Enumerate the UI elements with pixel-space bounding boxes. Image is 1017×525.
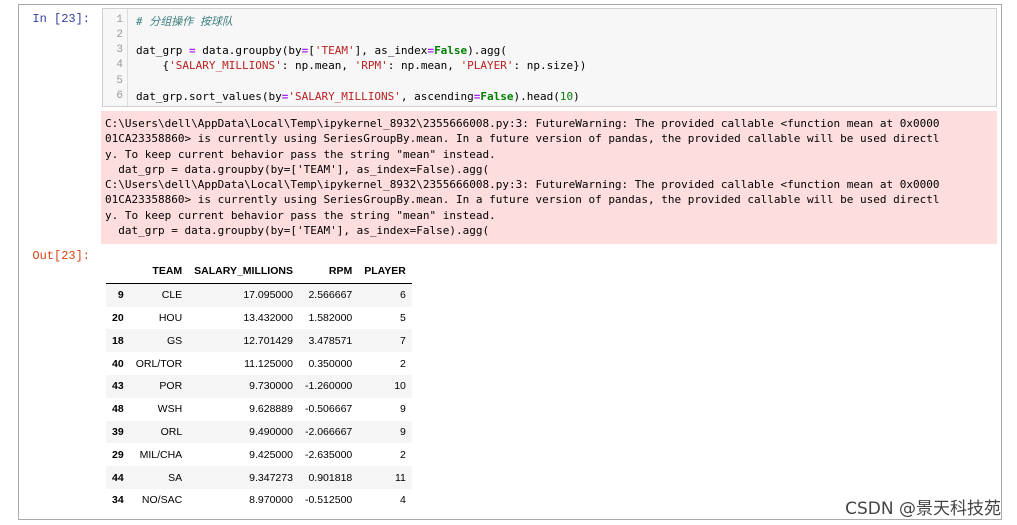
line-number: 4 bbox=[116, 59, 123, 71]
cell-salary: 8.970000 bbox=[249, 494, 293, 507]
cell-player: 4 bbox=[400, 494, 406, 507]
line-number: 3 bbox=[116, 44, 123, 56]
cell-rpm: 2.566667 bbox=[308, 289, 353, 302]
stderr-line: dat_grp = data.groupby(by=['TEAM'], as_i… bbox=[105, 224, 490, 238]
cell-salary: 13.432000 bbox=[243, 311, 293, 324]
cell-team: MIL/CHA bbox=[139, 448, 183, 461]
row-index: 48 bbox=[112, 403, 124, 416]
code-editor[interactable]: 1 2 3 4 5 6 # 分组操作 按球队 dat_grp = data.gr… bbox=[102, 8, 997, 107]
index-header bbox=[106, 260, 130, 284]
stderr-line: y. To keep current behavior pass the str… bbox=[105, 147, 496, 161]
cell-salary: 9.347273 bbox=[249, 471, 293, 484]
table-row: 9 CLE 17.095000 2.566667 6 bbox=[106, 283, 412, 307]
table-header-row: TEAM SALARY_MILLIONS RPM PLAYER bbox=[106, 260, 412, 284]
table-row: 43 POR 9.730000 -1.260000 10 bbox=[106, 374, 412, 398]
stderr-output: C:\Users\dell\AppData\Local\Temp\ipykern… bbox=[101, 111, 997, 244]
cell-salary: 12.701429 bbox=[243, 334, 293, 347]
table-row: 40 ORL/TOR 11.125000 0.350000 2 bbox=[106, 352, 412, 375]
cell-player: 2 bbox=[400, 357, 406, 370]
cell-salary: 9.628889 bbox=[249, 403, 293, 416]
cell-rpm: -1.260000 bbox=[304, 380, 353, 393]
cell-salary: 9.490000 bbox=[249, 425, 293, 438]
table-row: 34 NO/SAC 8.970000 -0.512500 4 bbox=[106, 489, 412, 512]
table-row: 20 HOU 13.432000 1.582000 5 bbox=[106, 307, 412, 330]
cell-team: SA bbox=[168, 471, 183, 484]
column-header: SALARY_MILLIONS bbox=[188, 260, 299, 284]
cell-rpm: -2.066667 bbox=[304, 425, 353, 438]
row-index: 34 bbox=[112, 494, 124, 507]
stderr-line: 01CA23358860> is currently using SeriesG… bbox=[105, 132, 940, 146]
cell-player: 9 bbox=[400, 403, 406, 416]
code-line-3[interactable]: dat_grp = data.groupby(by=['TEAM'], as_i… bbox=[136, 44, 507, 57]
cell-rpm: -0.512500 bbox=[304, 494, 353, 507]
row-index: 18 bbox=[112, 334, 124, 347]
row-index: 40 bbox=[112, 357, 124, 370]
line-number: 2 bbox=[116, 29, 123, 41]
cell-team: CLE bbox=[161, 289, 183, 302]
cell-rpm: 0.901818 bbox=[308, 471, 353, 484]
cell-rpm: -0.506667 bbox=[304, 403, 353, 416]
cell-rpm: 3.478571 bbox=[308, 334, 353, 347]
table-row: 39 ORL 9.490000 -2.066667 9 bbox=[106, 420, 412, 444]
code-line-6[interactable]: dat_grp.sort_values(by='SALARY_MILLIONS'… bbox=[136, 90, 580, 103]
cell-salary: 17.095000 bbox=[243, 289, 293, 302]
code-line-4[interactable]: {'SALARY_MILLIONS': np.mean, 'RPM': np.m… bbox=[136, 59, 586, 72]
stderr-line: y. To keep current behavior pass the str… bbox=[105, 208, 496, 222]
cell-team: HOU bbox=[158, 311, 183, 324]
line-number: 5 bbox=[116, 75, 123, 87]
cell-rpm: 1.582000 bbox=[308, 311, 353, 324]
cell-team: GS bbox=[167, 334, 183, 347]
cell-salary: 9.425000 bbox=[249, 448, 293, 461]
row-index: 44 bbox=[112, 471, 124, 484]
cell-team: POR bbox=[159, 380, 183, 393]
cell-team: ORL/TOR bbox=[135, 357, 183, 370]
cell-salary: 9.730000 bbox=[249, 380, 293, 393]
dataframe-table: TEAM SALARY_MILLIONS RPM PLAYER 9 CLE 17.0… bbox=[106, 260, 412, 512]
watermark: CSDN @景天科技苑 bbox=[845, 499, 1001, 519]
cell-player: 5 bbox=[400, 311, 406, 324]
column-header: TEAM bbox=[129, 260, 189, 284]
cell-player: 2 bbox=[400, 448, 406, 461]
cell-salary: 11.125000 bbox=[244, 357, 293, 370]
table-row: 29 MIL/CHA 9.425000 -2.635000 2 bbox=[106, 443, 412, 466]
line-number: 1 bbox=[116, 14, 123, 26]
table-row: 18 GS 12.701429 3.478571 7 bbox=[106, 329, 412, 353]
row-index: 9 bbox=[117, 289, 124, 302]
cell-team: WSH bbox=[157, 403, 183, 416]
cell-player: 7 bbox=[400, 334, 406, 347]
cell-player: 10 bbox=[394, 380, 406, 393]
cell-rpm: -2.635000 bbox=[304, 448, 353, 461]
row-index: 39 bbox=[112, 425, 124, 438]
table-row: 48 WSH 9.628889 -0.506667 9 bbox=[106, 398, 412, 421]
stderr-line: 01CA23358860> is currently using SeriesG… bbox=[105, 193, 940, 207]
stderr-line: C:\Users\dell\AppData\Local\Temp\ipykern… bbox=[105, 178, 940, 192]
cell-player: 11 bbox=[394, 471, 406, 484]
stderr-line: dat_grp = data.groupby(by=['TEAM'], as_i… bbox=[105, 162, 490, 176]
row-index: 29 bbox=[112, 448, 124, 461]
cell-rpm: 0.350000 bbox=[308, 357, 353, 370]
cell-team: ORL bbox=[160, 425, 183, 438]
output-prompt: Out[23]: bbox=[32, 249, 90, 263]
row-index: 20 bbox=[112, 311, 124, 324]
cell-player: 9 bbox=[400, 425, 406, 438]
input-prompt: In [23]: bbox=[32, 12, 90, 26]
column-header: RPM bbox=[298, 260, 359, 284]
line-number: 6 bbox=[116, 90, 123, 102]
cell-team: NO/SAC bbox=[141, 494, 183, 507]
column-header: PLAYER bbox=[358, 260, 412, 284]
table-row: 44 SA 9.347273 0.901818 11 bbox=[106, 466, 412, 489]
cell-player: 6 bbox=[400, 289, 406, 302]
row-index: 43 bbox=[112, 380, 124, 393]
stderr-line: C:\Users\dell\AppData\Local\Temp\ipykern… bbox=[105, 117, 940, 130]
line-number-gutter: 1 2 3 4 5 6 bbox=[103, 9, 128, 106]
code-line-1[interactable]: # 分组操作 按球队 bbox=[136, 13, 233, 29]
